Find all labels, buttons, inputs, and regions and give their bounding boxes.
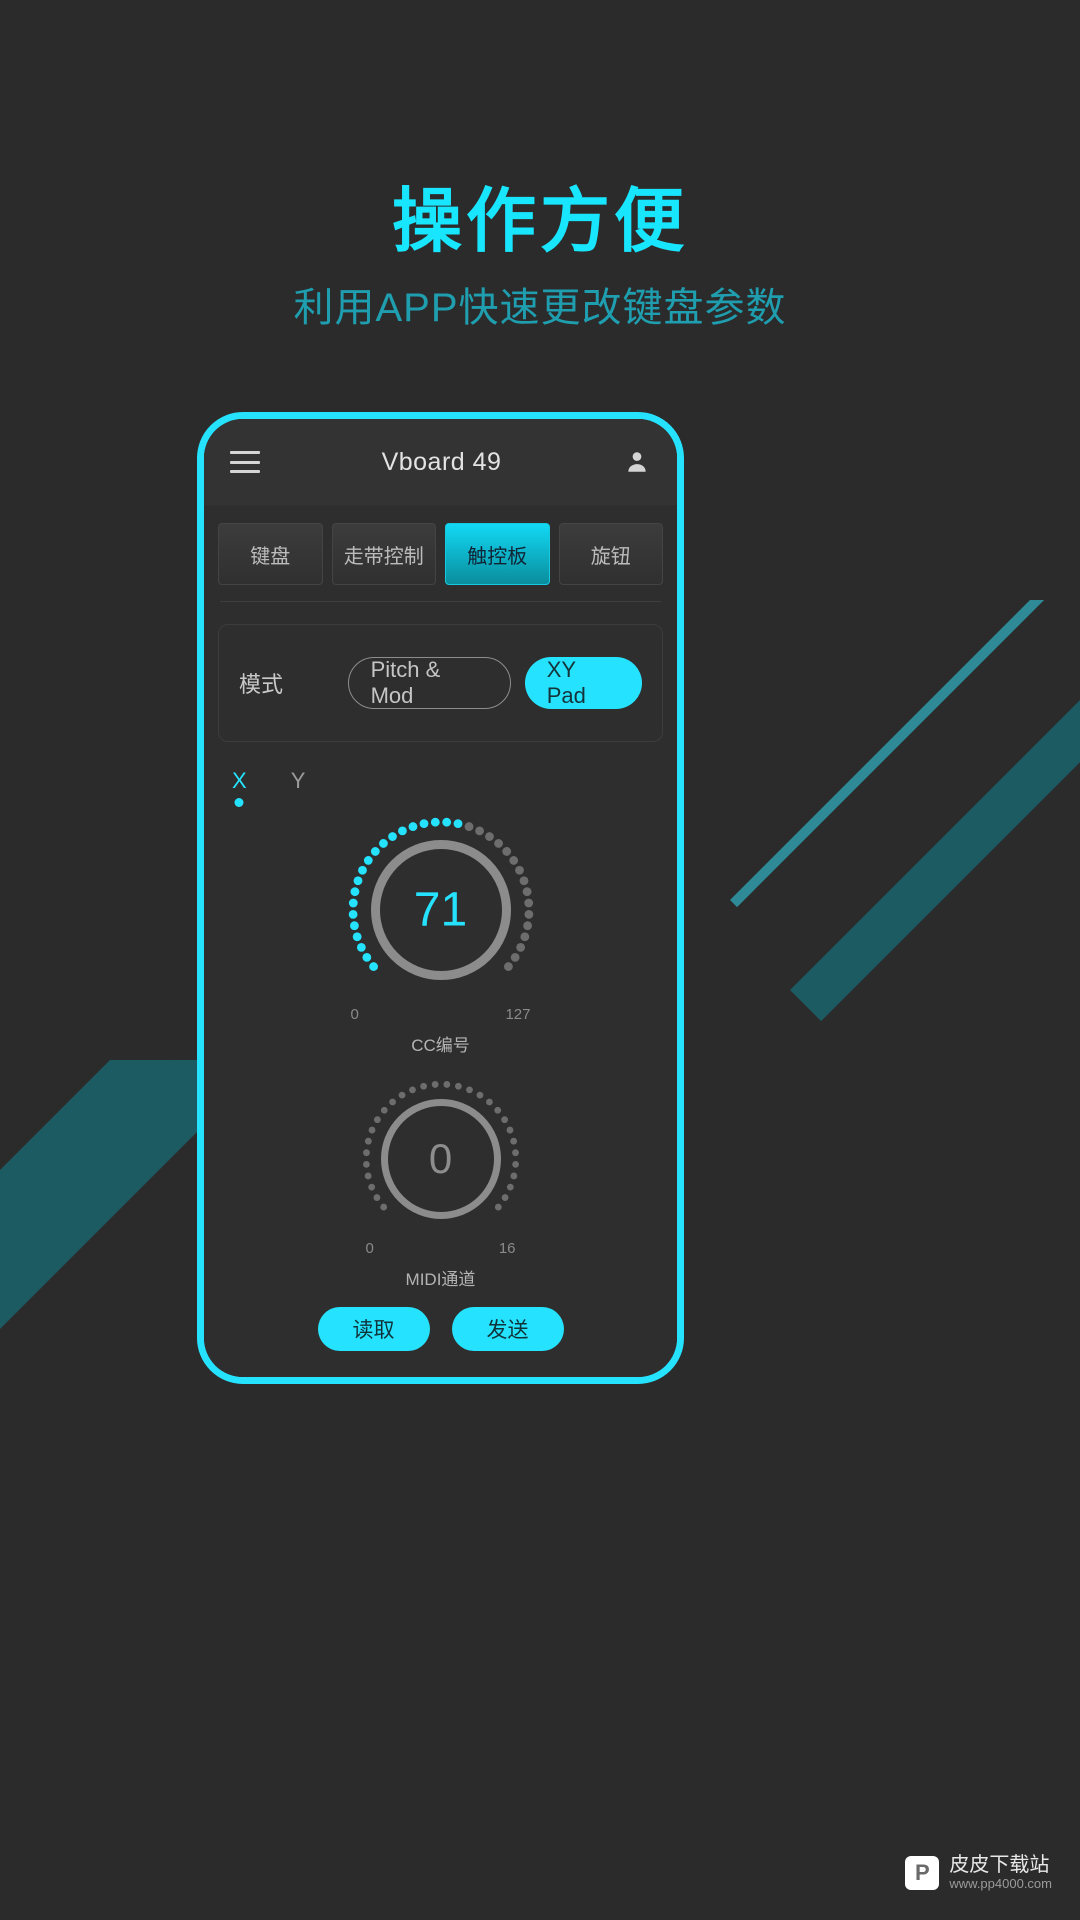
watermark-logo-icon: P [905, 1856, 940, 1891]
watermark-url: www.pp4000.com [949, 1876, 1052, 1892]
page-title: Vboard 49 [381, 447, 502, 476]
active-dot-icon [234, 798, 244, 807]
hamburger-icon[interactable] [230, 451, 260, 473]
watermark: P 皮皮下载站 www.pp4000.com [905, 1854, 1052, 1892]
decorative-stripe [730, 600, 1080, 908]
knob-value-midi: 0 [428, 1135, 453, 1182]
promo-headline: 操作方便 [392, 182, 688, 260]
app-screen: Vboard 49 键盘 走带控制 触控板 旋钮 模式 Pitch & Mod … [204, 419, 677, 1377]
knob-caption-cc: CC编号 [411, 1036, 470, 1055]
axis-tab-y[interactable]: Y [291, 768, 306, 794]
knob-caption-midi: MIDI通道 [405, 1270, 476, 1289]
knob-dial-cc[interactable]: 71 [341, 810, 541, 1010]
knob-range-midi: 0 16 [356, 1240, 526, 1257]
knob-value-cc: 71 [413, 883, 468, 937]
app-bar: Vboard 49 [204, 419, 677, 505]
watermark-site-name: 皮皮下载站 [949, 1854, 1050, 1877]
knob-dial-midi[interactable]: 0 [356, 1074, 526, 1244]
knob-min-cc: 0 [350, 1006, 359, 1023]
promo-subheadline: 利用APP快速更改键盘参数 [293, 286, 787, 330]
phone-mockup: Vboard 49 键盘 走带控制 触控板 旋钮 模式 Pitch & Mod … [197, 412, 684, 1384]
tab-knob[interactable]: 旋钮 [558, 523, 663, 585]
tab-bar: 键盘 走带控制 触控板 旋钮 [204, 505, 677, 599]
tab-transport[interactable]: 走带控制 [331, 523, 436, 585]
axis-tab-x-label: X [232, 768, 247, 793]
knob-midi-channel[interactable]: 0 0 16 MIDI通道 [356, 1074, 526, 1290]
mode-option-pitch-mod[interactable]: Pitch & Mod [347, 657, 511, 709]
knob-cc-number[interactable]: 71 0 127 CC编号 [341, 810, 541, 1056]
mode-option-xy-pad[interactable]: XY Pad [524, 657, 642, 709]
action-bar: 读取 发送 [204, 1293, 677, 1377]
read-button[interactable]: 读取 [317, 1307, 430, 1351]
knob-range-cc: 0 127 [341, 1006, 541, 1023]
mode-label: 模式 [239, 672, 284, 697]
background-stripes-right [720, 600, 1080, 1060]
knob-min-midi: 0 [365, 1240, 374, 1257]
person-icon[interactable] [623, 449, 651, 475]
axis-tab-y-label: Y [290, 768, 306, 793]
send-button[interactable]: 发送 [451, 1307, 564, 1351]
decorative-stripe [790, 622, 1080, 1022]
mode-panel: 模式 Pitch & Mod XY Pad [218, 624, 663, 742]
axis-tab-row: X Y [204, 742, 677, 807]
axis-tab-x[interactable]: X [232, 768, 247, 807]
tab-keyboard[interactable]: 键盘 [218, 523, 323, 585]
knob-max-midi: 16 [498, 1240, 516, 1257]
divider [220, 601, 661, 602]
knob-area: 71 0 127 CC编号 0 0 16 MIDI通道 [204, 794, 677, 1293]
knob-max-cc: 127 [505, 1006, 531, 1023]
tab-touchpad[interactable]: 触控板 [445, 523, 550, 585]
